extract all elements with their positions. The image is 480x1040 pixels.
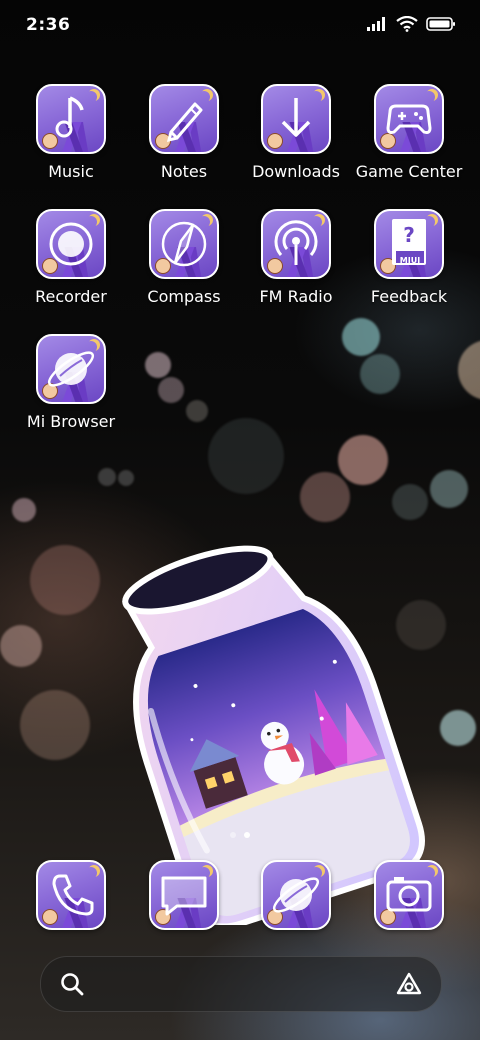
page-dot-active[interactable]	[244, 832, 250, 838]
assistant-icon[interactable]	[395, 971, 423, 997]
browser-icon-tile	[261, 860, 331, 930]
dock-messages[interactable]	[128, 860, 240, 930]
bokeh-light	[20, 690, 90, 760]
app-feedback[interactable]: ? MIUI Feedback	[353, 209, 465, 306]
recorder-icon-tile	[36, 209, 106, 279]
app-label: Recorder	[35, 287, 107, 306]
feedback-badge: MIUI	[399, 256, 421, 265]
bokeh-light	[208, 418, 284, 494]
gamepad-icon	[386, 104, 432, 134]
app-mi-browser[interactable]: Mi Browser	[15, 334, 127, 431]
bokeh-light	[430, 470, 468, 508]
page-indicator[interactable]	[0, 832, 480, 838]
app-label: Feedback	[370, 287, 448, 306]
feedback-question-mark: ?	[403, 223, 415, 247]
pencil-icon	[166, 102, 203, 143]
notes-icon-tile	[149, 84, 219, 154]
status-bar: 2:36	[0, 0, 480, 52]
compass-icon	[161, 221, 207, 267]
app-label: Game Center	[355, 162, 463, 181]
app-label: Mi Browser	[26, 412, 116, 431]
phone-icon	[52, 874, 94, 916]
app-downloads[interactable]: Downloads	[240, 84, 352, 181]
bokeh-light	[0, 625, 42, 667]
radio-signal-icon	[274, 220, 318, 265]
wifi-icon	[396, 16, 418, 32]
page-dot[interactable]	[230, 832, 236, 838]
bokeh-light	[360, 354, 400, 394]
app-compass[interactable]: Compass	[128, 209, 240, 306]
status-time: 2:36	[26, 15, 71, 35]
signal-icon	[367, 17, 385, 31]
bokeh-light	[12, 498, 36, 522]
downloads-icon-tile	[261, 84, 331, 154]
app-recorder[interactable]: Recorder	[15, 209, 127, 306]
app-game-center[interactable]: Game Center	[353, 84, 465, 181]
feedback-icon-tile: ? MIUI	[374, 209, 444, 279]
bokeh-light	[158, 377, 184, 403]
compass-icon-tile	[149, 209, 219, 279]
dock-browser[interactable]	[240, 860, 352, 930]
messages-icon	[161, 876, 207, 916]
dock-camera[interactable]	[353, 860, 465, 930]
app-label: Music	[48, 162, 94, 181]
game-center-icon-tile	[374, 84, 444, 154]
app-label: Downloads	[252, 162, 340, 181]
app-music[interactable]: Music	[15, 84, 127, 181]
browser-planet-icon	[47, 351, 95, 387]
search-icon[interactable]	[59, 971, 85, 997]
bokeh-light	[342, 318, 380, 356]
mi-browser-icon-tile	[36, 334, 106, 404]
record-circle-icon	[49, 222, 93, 266]
phone-icon-tile	[36, 860, 106, 930]
search-bar[interactable]	[40, 956, 442, 1012]
music-icon-tile	[36, 84, 106, 154]
app-notes[interactable]: Notes	[128, 84, 240, 181]
messages-icon-tile	[149, 860, 219, 930]
music-note-icon	[55, 96, 84, 138]
app-fm-radio[interactable]: FM Radio	[240, 209, 352, 306]
battery-icon	[426, 17, 455, 31]
bokeh-light	[118, 470, 134, 486]
dock-phone[interactable]	[15, 860, 127, 930]
bokeh-light	[145, 352, 171, 378]
bokeh-light	[338, 435, 388, 485]
app-label: FM Radio	[259, 287, 333, 306]
status-icons	[366, 16, 456, 32]
fm-radio-icon-tile	[261, 209, 331, 279]
browser-planet-icon	[272, 877, 320, 913]
camera-icon-tile	[374, 860, 444, 930]
download-arrow-icon	[281, 98, 311, 137]
app-label: Notes	[160, 162, 208, 181]
bokeh-light	[98, 468, 116, 486]
app-label: Compass	[147, 287, 221, 306]
bokeh-light	[186, 400, 208, 422]
camera-icon	[386, 877, 432, 912]
